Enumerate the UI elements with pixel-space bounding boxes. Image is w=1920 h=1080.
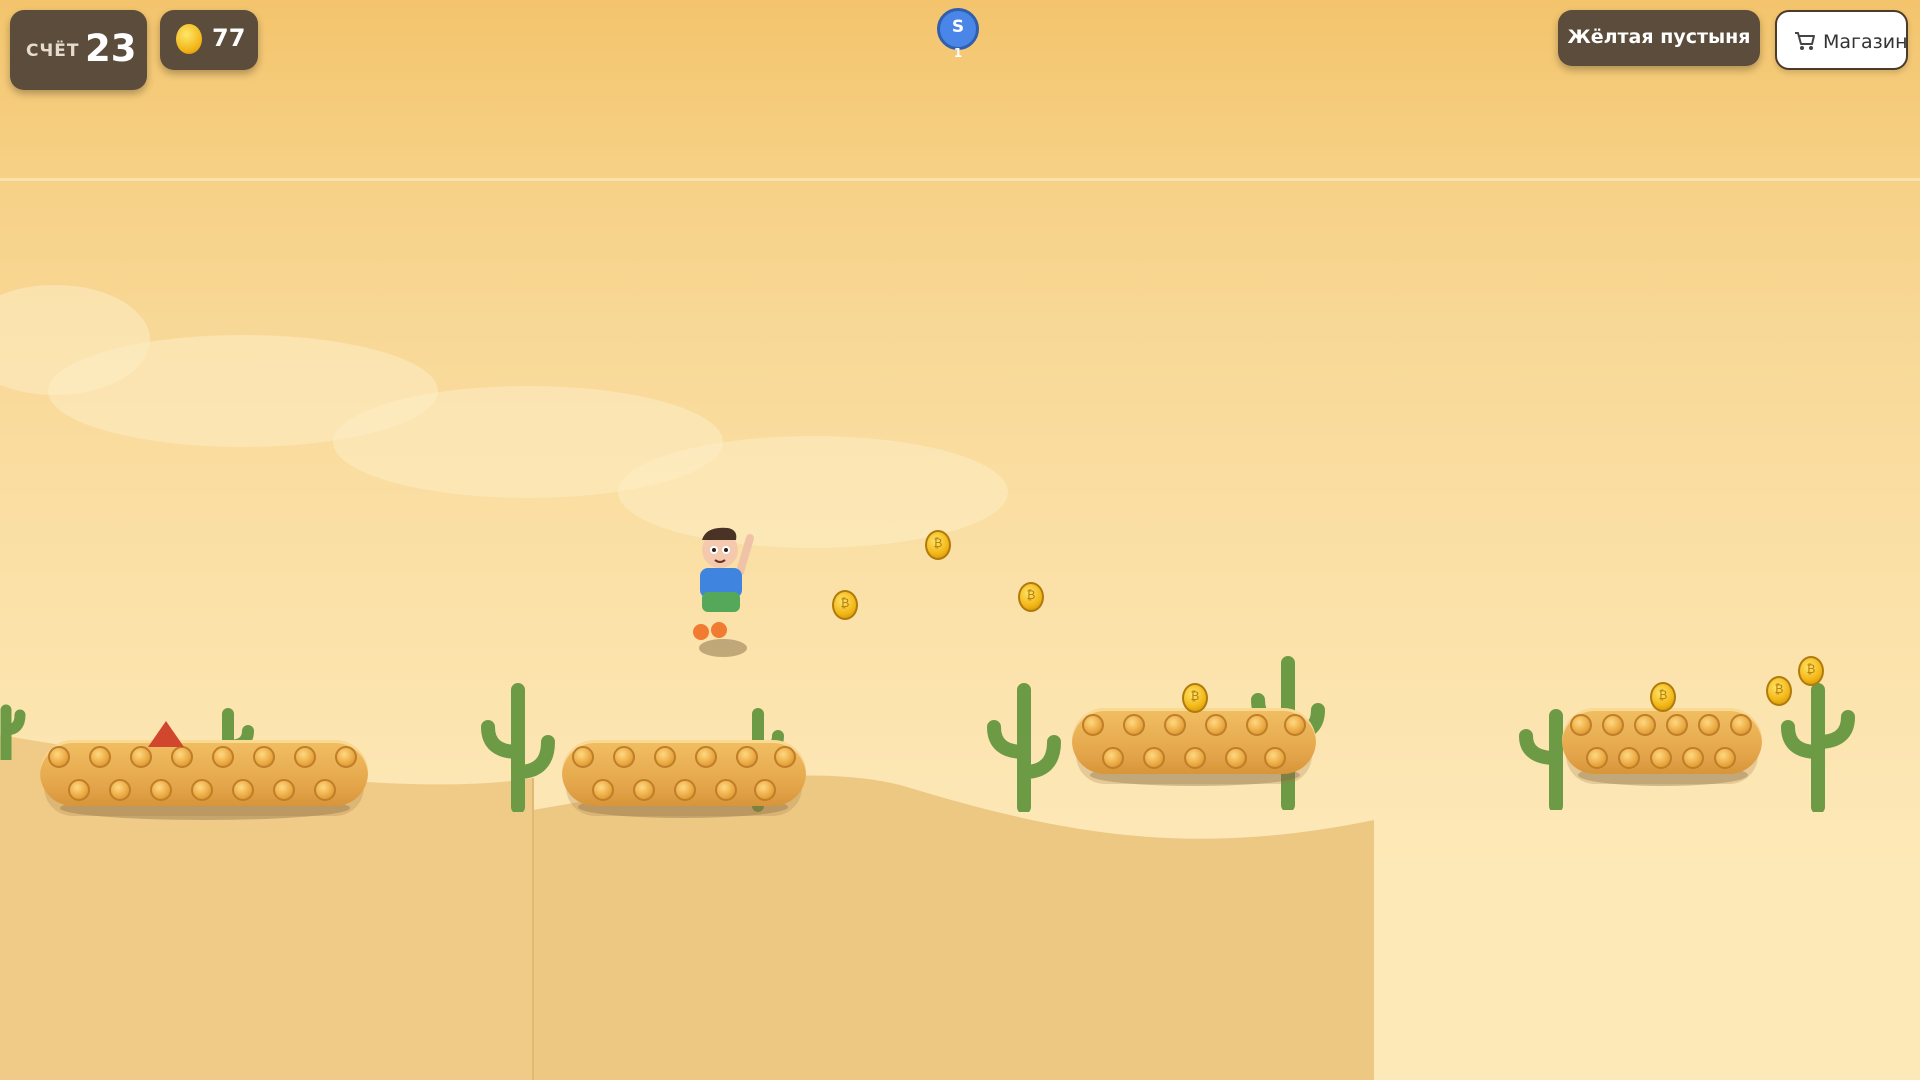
sand-platform — [562, 740, 806, 806]
coin-pickup — [832, 590, 858, 620]
platform-stud — [1666, 714, 1688, 736]
platform-stud — [774, 746, 796, 768]
shield-powerup-indicator: S 1 — [937, 8, 979, 60]
platform-stud — [1602, 714, 1624, 736]
platform-stud — [191, 779, 213, 801]
platform-stud — [1225, 747, 1247, 769]
platform-stud — [253, 746, 275, 768]
platform-stud — [171, 746, 193, 768]
cactus — [1781, 683, 1855, 812]
score-panel: СЧЁТ 23 — [10, 10, 147, 90]
platform-stud — [109, 779, 131, 801]
coin-pickup — [925, 530, 951, 560]
coin-pickup — [1650, 682, 1676, 712]
platform-stud — [1650, 747, 1672, 769]
platform-stud — [294, 746, 316, 768]
platform-stud — [1082, 714, 1104, 736]
platform-stud — [68, 779, 90, 801]
platform-stud — [89, 746, 111, 768]
coin-pickup — [1798, 656, 1824, 686]
cactus — [481, 683, 555, 812]
shop-button[interactable]: Магазин — [1775, 10, 1908, 70]
sand-platform — [1562, 708, 1762, 774]
coins-count: 77 — [212, 24, 246, 52]
platform-stud — [335, 746, 357, 768]
platform-stud — [273, 779, 295, 801]
platform-stud — [1246, 714, 1268, 736]
platform-stud — [633, 779, 655, 801]
platform-stud — [1164, 714, 1186, 736]
coin-pickup — [1182, 683, 1208, 713]
shop-label: Магазин — [1823, 31, 1908, 53]
platform-stud — [1618, 747, 1640, 769]
powerup-count: 1 — [953, 46, 963, 60]
platform-stud — [1264, 747, 1286, 769]
score-label: СЧЁТ — [26, 41, 80, 61]
platform-stud — [314, 779, 336, 801]
platform-stud — [1634, 714, 1656, 736]
platform-stud — [613, 746, 635, 768]
platform-stud — [754, 779, 776, 801]
platform-stud — [715, 779, 737, 801]
desert-dunes — [0, 735, 1920, 1080]
cactus — [987, 683, 1061, 812]
shopping-cart-icon — [1795, 32, 1815, 50]
world-name-badge: Жёлтая пустыня — [1558, 10, 1760, 66]
platform-stud — [1730, 714, 1752, 736]
platform-stud — [150, 779, 172, 801]
world-name: Жёлтая пустыня — [1567, 26, 1751, 48]
platform-stud — [1123, 714, 1145, 736]
platform-stud — [1205, 714, 1227, 736]
platform-stud — [1284, 714, 1306, 736]
coin-icon — [176, 24, 202, 54]
platform-stud — [654, 746, 676, 768]
platform-stud — [130, 746, 152, 768]
powerup-letter: S — [951, 17, 965, 37]
platform-stud — [1143, 747, 1165, 769]
platform-stud — [736, 746, 758, 768]
platform-stud — [48, 746, 70, 768]
sand-platform — [40, 740, 368, 806]
platform-stud — [592, 779, 614, 801]
platform-stud — [1698, 714, 1720, 736]
game-stage[interactable]: СЧЁТ 23 77 S 1 Жёлтая пустыня Магазин — [0, 0, 1920, 1080]
sand-platform — [1072, 708, 1316, 774]
platform-stud — [1714, 747, 1736, 769]
platform-stud — [695, 746, 717, 768]
coin-pickup — [1018, 582, 1044, 612]
platform-stud — [1682, 747, 1704, 769]
platform-stud — [1184, 747, 1206, 769]
coins-panel: 77 — [160, 10, 258, 70]
platform-stud — [212, 746, 234, 768]
platform-stud — [232, 779, 254, 801]
platform-stud — [674, 779, 696, 801]
coin-pickup — [1766, 676, 1792, 706]
score-value: 23 — [85, 27, 137, 70]
platform-stud — [1570, 714, 1592, 736]
spike-hazard — [148, 721, 184, 747]
cactus — [0, 704, 26, 760]
platform-stud — [1586, 747, 1608, 769]
platform-stud — [572, 746, 594, 768]
player-character — [693, 527, 754, 657]
platform-stud — [1102, 747, 1124, 769]
